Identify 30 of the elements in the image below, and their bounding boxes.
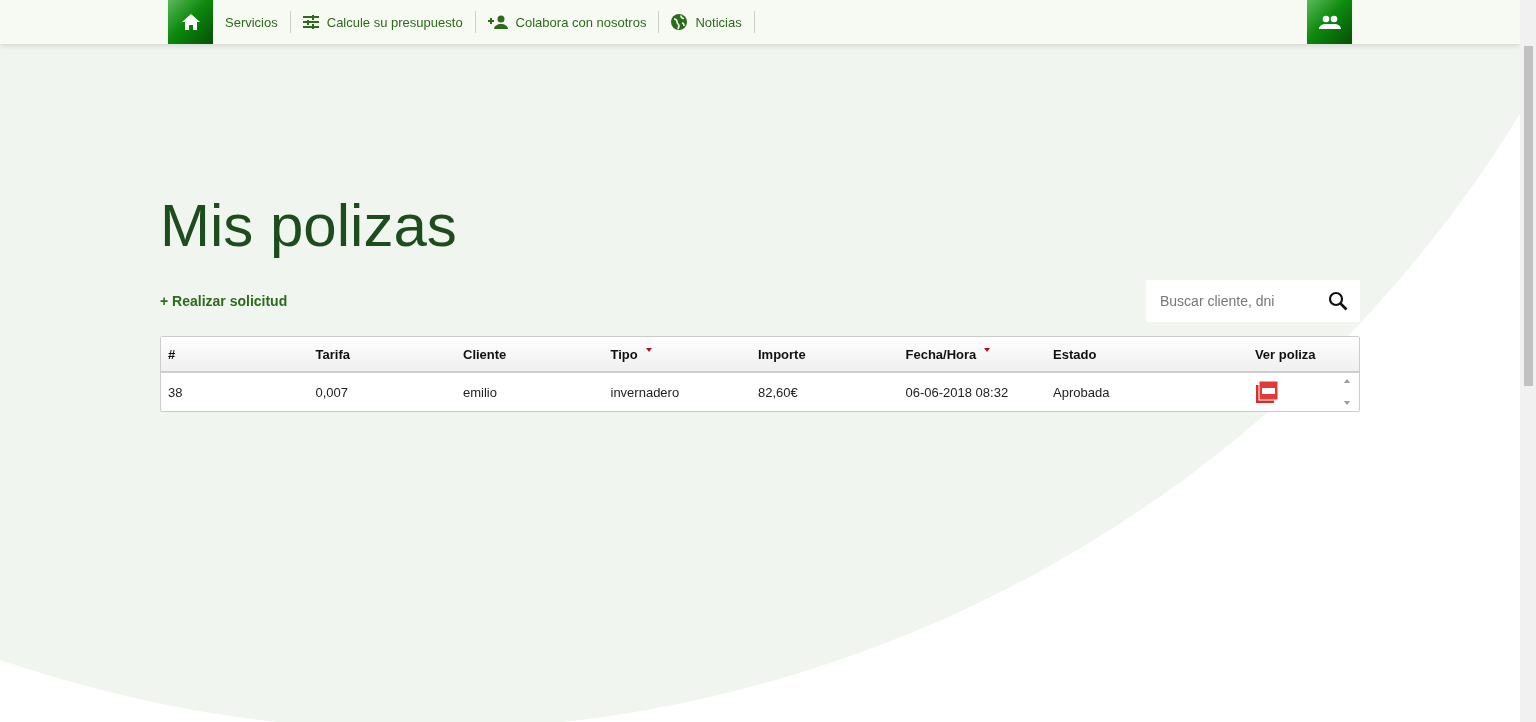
column-header[interactable]: Cliente: [456, 346, 604, 362]
nav-link[interactable]: Noticias: [659, 11, 755, 33]
nav-link[interactable]: Colabora con nosotros: [475, 11, 660, 33]
page-title: Mis polizas: [160, 192, 458, 260]
column-header[interactable]: Tipo: [603, 346, 751, 362]
nav-link[interactable]: Servicios: [213, 11, 291, 33]
column-header[interactable]: #: [161, 346, 309, 362]
person-add-icon: [487, 15, 508, 29]
column-header[interactable]: Importe: [751, 346, 899, 362]
table-cell-text: 82,60€: [757, 384, 799, 400]
table-cell-text: 06-06-2018 08:32: [904, 384, 1010, 400]
table-cell-text: emilio: [462, 384, 498, 400]
pdf-icon[interactable]: [1256, 381, 1279, 403]
column-header[interactable]: Fecha/Hora: [898, 346, 1046, 362]
column-header[interactable]: Ver poliza: [1193, 346, 1359, 362]
home-button[interactable]: [168, 0, 213, 44]
new-request-link[interactable]: + Realizar solicitud: [160, 293, 288, 309]
table-cell-text: invernadero: [609, 384, 681, 400]
nav-link[interactable]: Calcule su presupuesto: [290, 11, 476, 33]
search-field[interactable]: Buscar cliente, dni: [1146, 280, 1360, 322]
users-button[interactable]: [1307, 0, 1352, 44]
globe-icon: [671, 14, 688, 30]
sliders-icon: [302, 15, 319, 29]
table-cell-text: 38: [167, 384, 184, 400]
home-icon: [181, 14, 200, 30]
column-header[interactable]: Tarifa: [308, 346, 456, 362]
table-cell-text: Aprobada: [1052, 384, 1111, 400]
users-icon: [1318, 15, 1341, 29]
column-header[interactable]: Estado: [1046, 346, 1194, 362]
table-cell-text: 0,007: [314, 384, 350, 400]
